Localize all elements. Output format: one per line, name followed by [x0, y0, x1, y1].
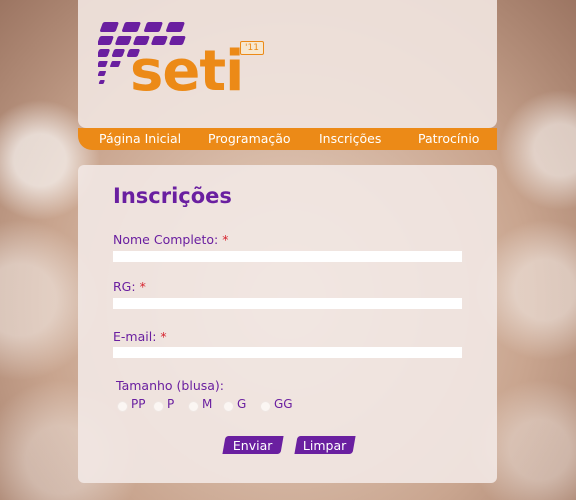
logo-year-badge: '11 [240, 41, 264, 55]
nav-item-home[interactable]: Página Inicial [99, 131, 181, 146]
submit-button-label: Enviar [233, 437, 273, 453]
size-option-label: P [167, 397, 175, 411]
size-option-label: PP [131, 397, 146, 411]
size-radio-p[interactable] [153, 401, 164, 412]
nav-item-signup[interactable]: Inscrições [319, 131, 381, 146]
rg-label: RG: * [113, 279, 146, 294]
required-marker: * [160, 329, 167, 344]
submit-button[interactable]: Enviar [222, 436, 284, 454]
rg-field[interactable] [113, 298, 462, 309]
size-radio-m[interactable] [188, 401, 199, 412]
size-radio-gg[interactable] [260, 401, 271, 412]
size-option-label: GG [274, 397, 293, 411]
reset-button-label: Limpar [303, 437, 347, 453]
email-field[interactable] [113, 347, 462, 358]
email-label: E-mail: * [113, 329, 167, 344]
logo-wordmark: seti [130, 39, 244, 104]
form-panel [78, 165, 497, 483]
size-radio-pp[interactable] [117, 401, 128, 412]
size-radio-g[interactable] [223, 401, 234, 412]
required-marker: * [139, 279, 146, 294]
shirt-size-label: Tamanho (blusa): [116, 378, 224, 393]
name-label: Nome Completo: * [113, 232, 228, 247]
name-label-text: Nome Completo: [113, 232, 219, 247]
size-option-label: M [202, 397, 213, 411]
nav-item-sponsorship[interactable]: Patrocínio [418, 131, 479, 146]
page-title: Inscrições [113, 184, 232, 208]
reset-button[interactable]: Limpar [294, 436, 356, 454]
size-option-label: G [237, 397, 247, 411]
required-marker: * [222, 232, 229, 247]
email-label-text: E-mail: [113, 329, 157, 344]
rg-label-text: RG: [113, 279, 136, 294]
full-name-field[interactable] [113, 251, 462, 262]
nav-item-program[interactable]: Programação [208, 131, 291, 146]
